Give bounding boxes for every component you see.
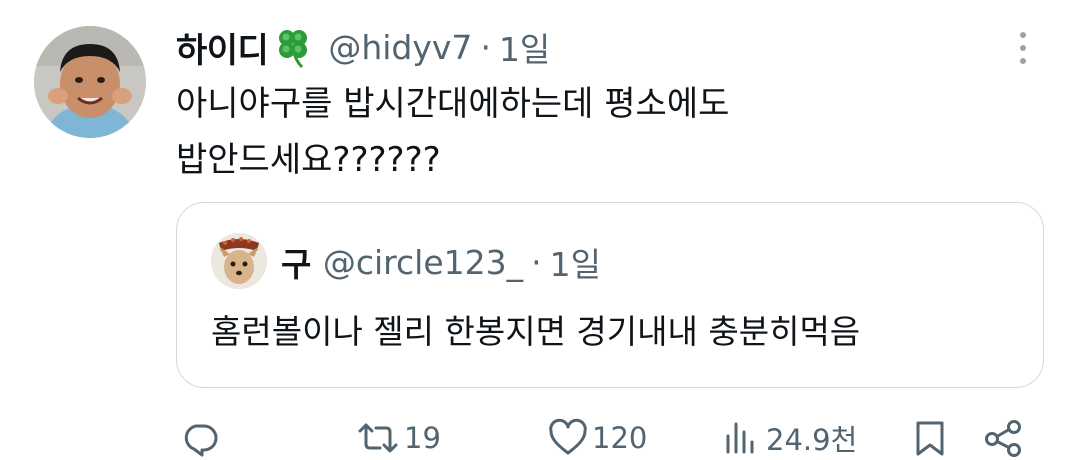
quote-author-name[interactable]: 구 xyxy=(281,238,311,286)
retweet-button[interactable]: 19 xyxy=(356,418,441,458)
views-count: 24.9천 xyxy=(766,423,858,457)
reply-icon xyxy=(184,424,218,457)
quote-timestamp[interactable]: 1일 xyxy=(550,238,601,286)
quote-author-handle[interactable]: @circle123_ xyxy=(323,243,523,282)
heart-icon xyxy=(549,418,587,455)
bookmark-button[interactable] xyxy=(910,418,950,458)
bookmark-icon xyxy=(916,421,944,456)
tweet-actions: 19 120 24.9천 xyxy=(0,410,1080,460)
more-options-icon[interactable] xyxy=(1008,30,1038,66)
like-button[interactable]: 120 xyxy=(548,418,647,458)
quote-author-avatar[interactable] xyxy=(211,233,267,289)
retweet-count: 19 xyxy=(404,421,441,455)
separator-dot: · xyxy=(480,27,491,67)
quote-separator-dot: · xyxy=(531,242,542,282)
quote-text: 홈런볼이나 젤리 한봉지면 경기내내 충분히먹음 xyxy=(211,312,861,351)
four-leaf-clover-icon xyxy=(272,25,316,69)
author-avatar[interactable] xyxy=(34,26,146,138)
reply-button[interactable] xyxy=(180,418,220,458)
share-button[interactable] xyxy=(982,418,1026,458)
views-icon xyxy=(726,422,754,454)
author-handle[interactable]: @hidyv7 xyxy=(328,28,472,67)
views-button[interactable]: 24.9천 xyxy=(722,418,857,458)
avatar-photo xyxy=(34,26,146,138)
quoted-tweet-card[interactable]: 구 @circle123_ · 1일 홈런볼이나 젤리 한봉지면 경기내내 충분… xyxy=(176,202,1044,388)
retweet-icon xyxy=(358,423,398,453)
quote-avatar-photo xyxy=(211,233,267,289)
tweet-text: 아니야구를 밥시간대에하는데 평소에도 밥안드세요?????? xyxy=(176,84,730,180)
share-icon xyxy=(985,420,1021,457)
quote-header: 구 @circle123_ · 1일 xyxy=(281,237,601,287)
author-name[interactable]: 하이디 xyxy=(176,23,269,72)
tweet-timestamp[interactable]: 1일 xyxy=(499,23,550,71)
tweet-header: 하이디 @hidyv7 · 1일 xyxy=(176,22,550,72)
like-count: 120 xyxy=(592,421,648,455)
